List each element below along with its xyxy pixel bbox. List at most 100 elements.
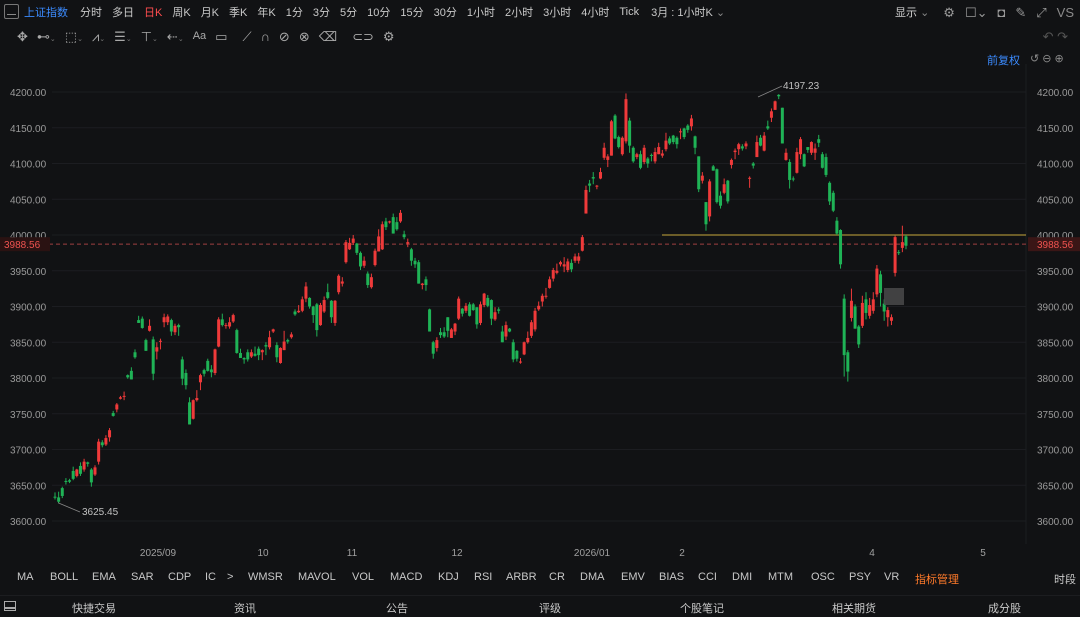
x-axis: 2025/091011122026/012453 xyxy=(140,548,986,559)
period-tab[interactable]: 4小时 xyxy=(581,4,609,20)
y-tick-label: 3650.00 xyxy=(10,481,47,492)
candle-body xyxy=(417,262,421,284)
indicator-tab[interactable]: VR xyxy=(884,571,899,583)
hide-drawings-icon[interactable]: ⊘ xyxy=(279,30,290,43)
period-tab[interactable]: 3分 xyxy=(313,4,330,20)
vs-compare-button[interactable]: VS xyxy=(1057,5,1074,20)
period-tab[interactable]: 1小时 xyxy=(467,4,495,20)
period-tab[interactable]: 10分 xyxy=(367,4,390,20)
indicator-tab[interactable]: KDJ xyxy=(438,571,459,583)
candlestick-chart[interactable]: 4200.004150.004100.004050.004000.003950.… xyxy=(0,64,1080,564)
indicator-tab[interactable]: EMA xyxy=(92,571,116,583)
redo-icon[interactable]: ↷ xyxy=(1057,29,1068,44)
y-tick-label: 3750.00 xyxy=(1037,410,1074,421)
vertical-line-icon[interactable]: ⊤⌄ xyxy=(141,30,158,43)
arrow-tool-icon[interactable]: ⇠⌄ xyxy=(167,30,184,43)
candle-body xyxy=(573,256,577,261)
candle-body xyxy=(57,497,61,502)
candle-body xyxy=(809,142,813,153)
window-toggle-icon[interactable]: ☐⌄ xyxy=(965,6,988,19)
candle-body xyxy=(177,325,181,328)
index-name[interactable]: 上证指数 xyxy=(24,4,68,20)
undo-icon[interactable]: ↶ xyxy=(1043,29,1054,44)
indicator-tab[interactable]: IC xyxy=(205,571,216,583)
candle-body xyxy=(839,229,843,265)
camera-icon[interactable]: ◘ xyxy=(997,6,1005,19)
trash-icon[interactable]: ⌫ xyxy=(319,30,337,43)
candle-body xyxy=(635,154,639,158)
display-menu[interactable]: 显示 ⌄ xyxy=(895,4,929,20)
period-tab[interactable]: 30分 xyxy=(434,4,457,20)
candle-body xyxy=(737,144,741,150)
period-tab[interactable]: 3小时 xyxy=(543,4,571,20)
custom-period-dropdown[interactable]: 3月 : 1小时K ⌄ xyxy=(651,4,725,20)
indicator-tab[interactable]: VOL xyxy=(352,571,374,583)
period-tab[interactable]: 5分 xyxy=(340,4,357,20)
period-tab[interactable]: 分时 xyxy=(80,4,102,20)
move-icon[interactable]: ✥ xyxy=(17,30,28,43)
period-tab[interactable]: 季K xyxy=(229,4,247,20)
indicator-tab[interactable]: MAVOL xyxy=(298,571,336,583)
period-tab[interactable]: 15分 xyxy=(400,4,423,20)
candle-body xyxy=(599,172,603,179)
indicator-tab[interactable]: PSY xyxy=(849,571,871,583)
period-tab[interactable]: 1分 xyxy=(286,4,303,20)
indicator-tab[interactable]: EMV xyxy=(621,571,645,583)
candle-body xyxy=(533,310,537,330)
candle-body xyxy=(719,195,723,206)
indicator-tab[interactable]: OSC xyxy=(811,571,835,583)
bottom-tab[interactable]: 资讯 xyxy=(234,600,256,616)
text-tool-icon[interactable]: Aa xyxy=(193,30,206,42)
brush-icon[interactable]: ⟋ xyxy=(242,30,251,43)
bottom-tab[interactable]: 个股笔记 xyxy=(680,600,724,616)
candle-body xyxy=(373,250,377,266)
indicator-tab[interactable]: MACD xyxy=(390,571,422,583)
indicator-tab[interactable]: ARBR xyxy=(506,571,537,583)
candle-body xyxy=(700,175,704,181)
candle-body xyxy=(508,328,512,332)
fullscreen-icon[interactable]: ⤢ xyxy=(1036,6,1046,19)
period-tab[interactable]: 2小时 xyxy=(505,4,533,20)
bottom-tab[interactable]: 快捷交易 xyxy=(72,600,116,616)
indicator-tab[interactable]: WMSR xyxy=(248,571,283,583)
indicator-tab[interactable]: RSI xyxy=(474,571,492,583)
indicator-tab[interactable]: DMA xyxy=(580,571,604,583)
indicator-tab[interactable]: CDP xyxy=(168,571,191,583)
indicator-tab[interactable]: CCI xyxy=(698,571,717,583)
indicator-manager-button[interactable]: 指标管理 xyxy=(915,571,959,587)
gear-icon[interactable]: ⚙ xyxy=(943,6,955,19)
settings-icon[interactable]: ⚙ xyxy=(383,30,395,43)
indicator-tab[interactable]: MTM xyxy=(768,571,793,583)
magnet-icon[interactable]: ∩ xyxy=(261,30,270,43)
period-tab[interactable]: 年K xyxy=(257,4,275,20)
line-tool-icon[interactable]: ⊷⌄ xyxy=(37,30,56,43)
indicator-tab[interactable]: CR xyxy=(549,571,565,583)
period-tab[interactable]: 周K xyxy=(172,4,190,20)
period-tab-active[interactable]: 日K xyxy=(144,4,162,20)
bottom-tab[interactable]: 相关期货 xyxy=(832,600,876,616)
panel-toggle-icon[interactable] xyxy=(4,601,16,611)
period-tab[interactable]: Tick xyxy=(619,6,639,18)
period-tab[interactable]: 多日 xyxy=(112,4,134,20)
indicator-tab[interactable]: BOLL xyxy=(50,571,78,583)
bottom-tab[interactable]: 公告 xyxy=(386,600,408,616)
x-tick-label: 11 xyxy=(347,548,358,559)
indicator-tab[interactable]: DMI xyxy=(732,571,752,583)
indicator-scroll-icon[interactable]: > xyxy=(227,571,233,583)
candle-body xyxy=(424,279,428,286)
pattern-tool-icon[interactable]: ⩘⌄ xyxy=(92,30,105,43)
time-share-button[interactable]: 时段 xyxy=(1054,571,1076,587)
layout-icon[interactable] xyxy=(4,4,19,19)
eye-off-icon[interactable]: ⊗ xyxy=(299,30,310,43)
indicator-tab[interactable]: BIAS xyxy=(659,571,684,583)
bottom-tab[interactable]: 评级 xyxy=(539,600,561,616)
indicator-tab[interactable]: MA xyxy=(17,571,34,583)
bottom-tab[interactable]: 成分股 xyxy=(988,600,1021,616)
link-icon[interactable]: ⊂⊃ xyxy=(352,30,374,43)
period-tab[interactable]: 月K xyxy=(201,4,219,20)
rect-tool-icon[interactable]: ⬚⌄ xyxy=(65,30,83,43)
indicator-tab[interactable]: SAR xyxy=(131,571,154,583)
pencil-icon[interactable]: ✎ xyxy=(1015,6,1026,19)
fibonacci-tool-icon[interactable]: ☰⌄ xyxy=(114,30,132,43)
comment-tool-icon[interactable]: ▭ xyxy=(215,30,227,43)
